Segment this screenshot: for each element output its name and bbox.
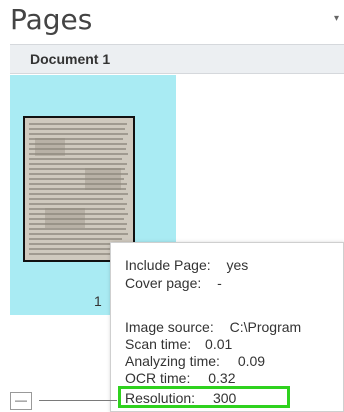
chevron-down-icon[interactable]: ▾ [334, 14, 344, 24]
analyzing-time-value: 0.09 [237, 353, 266, 369]
pages-pane: Pages ▾ Document 1 1 Include Page: yes C… [0, 0, 344, 412]
pane-title: Pages [10, 3, 93, 36]
page-thumbnail-image [25, 118, 133, 260]
document-label: Document 1 [30, 51, 111, 67]
document-header[interactable]: Document 1 [10, 44, 344, 74]
image-source-label: Image source: [125, 319, 214, 335]
scan-time-row: Scan time: 0.01 [125, 336, 232, 352]
minus-icon[interactable]: — [10, 392, 32, 410]
cover-page-value: - [217, 275, 222, 291]
page-number: 1 [94, 293, 102, 309]
include-page-row: Include Page: yes [125, 257, 248, 273]
include-page-value: yes [226, 257, 249, 273]
ocr-time-row: OCR time: 0.32 [125, 370, 235, 386]
page-thumbnail[interactable] [23, 116, 135, 262]
ocr-time-label: OCR time: [125, 370, 191, 386]
zoom-slider-track[interactable] [39, 400, 117, 401]
cover-page-row: Cover page: - [125, 275, 222, 291]
scan-time-label: Scan time: [125, 336, 192, 352]
analyzing-time-label: Analyzing time: [125, 353, 220, 369]
image-source-value: C:\Program [229, 319, 302, 335]
cover-page-label: Cover page: [125, 275, 202, 291]
resolution-highlight [118, 386, 290, 408]
ocr-time-value: 0.32 [208, 370, 236, 386]
zoom-toolbar: — [10, 392, 117, 412]
include-page-label: Include Page: [125, 257, 211, 273]
image-source-row: Image source: C:\Program [125, 319, 301, 335]
scan-time-value: 0.01 [205, 336, 233, 352]
analyzing-time-row: Analyzing time: 0.09 [125, 353, 265, 369]
